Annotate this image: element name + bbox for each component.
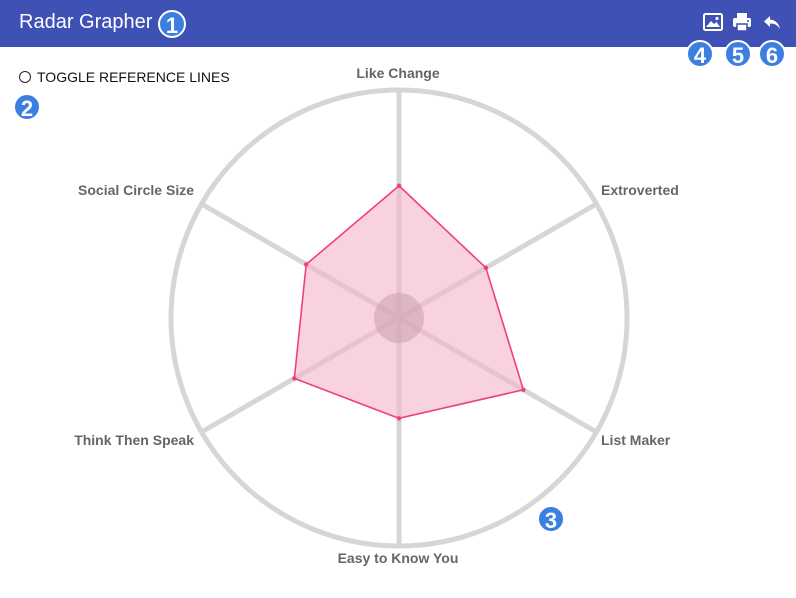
radar-axis-label: Extroverted (601, 182, 679, 198)
radar-center-hub (374, 293, 424, 343)
badge-2: 2 (13, 93, 41, 121)
badge-4: 4 (686, 40, 714, 68)
radar-axis-label: List Maker (601, 432, 671, 448)
badge-3: 3 (537, 505, 565, 533)
radar-data-point (303, 262, 309, 267)
radar-data-point (396, 183, 402, 188)
radar-axis-label: Like Change (356, 65, 439, 81)
radar-axis-label: Social Circle Size (78, 182, 194, 198)
radar-data-point (483, 265, 489, 271)
radar-data-point (396, 416, 402, 421)
radar-data-point (521, 387, 526, 393)
radar-axis-label: Think Then Speak (74, 432, 194, 448)
badge-5: 5 (724, 40, 752, 68)
badge-1: 1 (158, 10, 186, 38)
radar-chart: Like Change Extroverted List Maker Easy to … (74, 65, 679, 566)
radar-data-point (292, 376, 297, 381)
badge-6: 6 (758, 40, 786, 68)
radar-axis-label: Easy to Know You (338, 550, 459, 566)
